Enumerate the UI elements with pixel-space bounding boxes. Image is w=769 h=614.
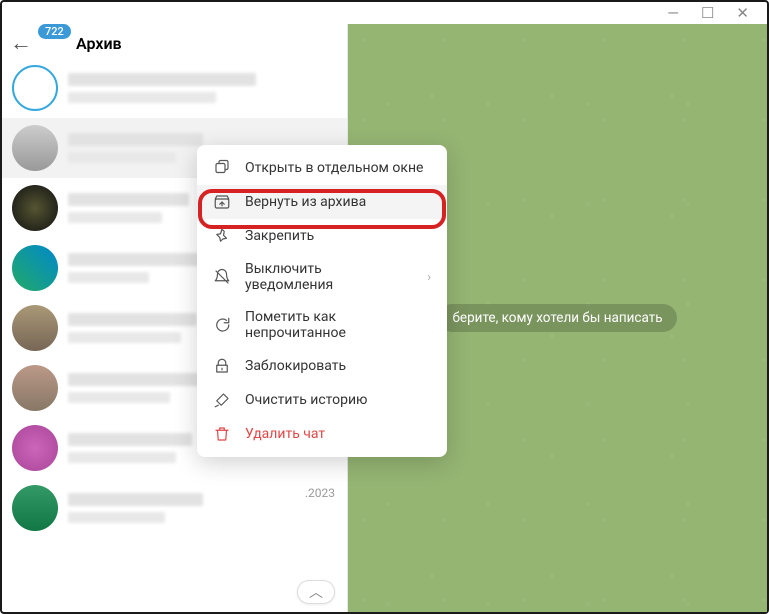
- chat-date: .2023: [305, 486, 335, 500]
- window-controls: — ☐ ✕: [2, 2, 767, 24]
- block-icon: [213, 357, 231, 375]
- broom-icon: [213, 391, 231, 409]
- menu-label: Удалить чат: [245, 426, 325, 442]
- avatar: [12, 425, 58, 471]
- back-icon[interactable]: ←: [10, 30, 32, 56]
- menu-delete-chat[interactable]: Удалить чат: [197, 417, 447, 451]
- avatar: [12, 65, 58, 111]
- avatar: [12, 485, 58, 531]
- sidebar-header: ← 722 Архив: [2, 24, 347, 58]
- pin-icon: [213, 227, 231, 245]
- menu-label: Вернуть из архива: [245, 194, 366, 210]
- maximize-button[interactable]: ☐: [701, 6, 714, 21]
- menu-label: Закрепить: [245, 228, 314, 244]
- avatar: [12, 125, 58, 171]
- mute-icon: [213, 268, 231, 286]
- menu-label: Выключить уведомления: [245, 261, 413, 293]
- menu-mute[interactable]: Выключить уведомления ›: [197, 253, 447, 301]
- archive-badge: 722: [38, 24, 71, 39]
- menu-label: Очистить историю: [245, 392, 368, 408]
- menu-mark-unread[interactable]: Пометить как непрочитанное: [197, 301, 447, 349]
- avatar: [12, 245, 58, 291]
- trash-icon: [213, 425, 231, 443]
- window-icon: [213, 159, 231, 177]
- avatar: [12, 305, 58, 351]
- context-menu: Открыть в отдельном окне Вернуть из архи…: [197, 145, 447, 457]
- avatar: [12, 365, 58, 411]
- menu-label: Заблокировать: [245, 358, 346, 374]
- menu-block[interactable]: Заблокировать: [197, 349, 447, 383]
- scroll-down-button[interactable]: ︿: [297, 580, 335, 604]
- empty-state-text: берите, кому хотели бы написать: [438, 304, 676, 332]
- chat-icon: [213, 316, 231, 334]
- chat-row[interactable]: [2, 58, 347, 118]
- minimize-button[interactable]: —: [667, 6, 679, 21]
- menu-open-window[interactable]: Открыть в отдельном окне: [197, 151, 447, 185]
- chevron-right-icon: ›: [427, 270, 431, 285]
- menu-label: Открыть в отдельном окне: [245, 160, 423, 176]
- unarchive-icon: [213, 193, 231, 211]
- menu-unarchive[interactable]: Вернуть из архива: [197, 185, 447, 219]
- menu-clear-history[interactable]: Очистить историю: [197, 383, 447, 417]
- avatar: [12, 185, 58, 231]
- menu-label: Пометить как непрочитанное: [245, 309, 431, 341]
- page-title: Архив: [76, 34, 122, 53]
- chat-row[interactable]: .2023: [2, 478, 347, 538]
- close-button[interactable]: ✕: [736, 6, 749, 21]
- menu-pin[interactable]: Закрепить: [197, 219, 447, 253]
